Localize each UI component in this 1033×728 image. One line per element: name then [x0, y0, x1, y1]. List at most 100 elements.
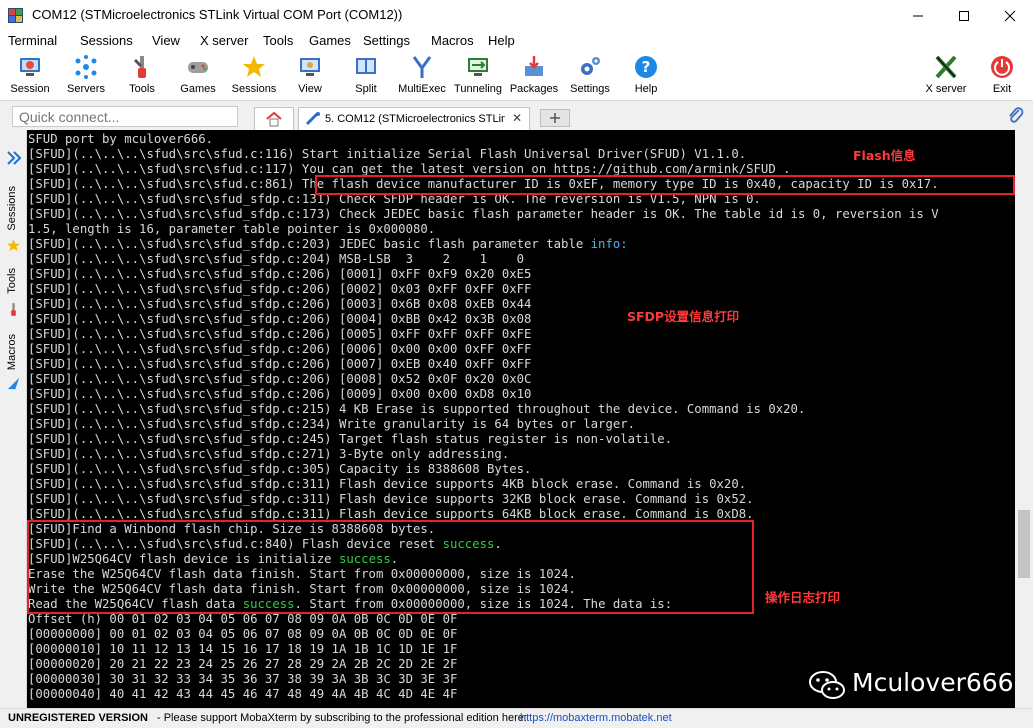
star-icon	[243, 56, 265, 77]
scrollbar-thumb[interactable]	[1018, 510, 1030, 578]
menu-macros[interactable]: Macros	[431, 33, 474, 48]
close-button[interactable]	[987, 0, 1033, 31]
new-tab-icon	[550, 113, 560, 123]
paperclip-icon[interactable]	[1007, 106, 1025, 126]
wechat-icon	[809, 671, 845, 699]
sidebar-tab-sessions[interactable]: Sessions	[6, 186, 18, 231]
terminal-line: [SFUD](..\..\..\sfud\src\sfud_sfdp.c:206…	[28, 312, 532, 326]
terminal-line: [SFUD](..\..\..\sfud\src\sfud_sfdp.c:206…	[28, 267, 532, 281]
tools-icon	[11, 303, 16, 316]
menu-view[interactable]: View	[152, 33, 180, 48]
sidebar-tab-tools[interactable]: Tools	[6, 268, 18, 294]
operation-log-annotation: 操作日志打印	[765, 590, 841, 605]
star-icon	[7, 239, 20, 252]
games-icon	[188, 62, 208, 73]
new-tab-button[interactable]	[540, 109, 570, 127]
tab-row: 5. COM12 (STMicroelectronics STLink ✕	[0, 102, 1033, 130]
terminal-line: [SFUD](..\..\..\sfud\src\sfud_sfdp.c:206…	[28, 282, 532, 296]
terminal-line: [SFUD](..\..\..\sfud\src\sfud_sfdp.c:206…	[28, 357, 532, 371]
flash-info-annotation: Flash信息	[853, 148, 916, 163]
toolbar-xserver-button[interactable]: X server	[916, 51, 976, 101]
terminal-line: [SFUD](..\..\..\sfud\src\sfud_sfdp.c:311…	[28, 492, 754, 506]
servers-icon	[75, 55, 97, 79]
terminal-line: [00000020] 20 21 22 23 24 25 26 27 28 29…	[28, 657, 458, 671]
toolbar-games-button[interactable]: Games	[168, 51, 228, 101]
session-tab[interactable]: 5. COM12 (STMicroelectronics STLink ✕	[298, 107, 530, 130]
home-tab[interactable]	[254, 107, 294, 130]
terminal-line: SFUD port by mculover666.	[28, 132, 214, 146]
xserver-icon	[935, 55, 957, 79]
mobaxterm-link[interactable]: https://mobaxterm.mobatek.net	[520, 712, 672, 724]
terminal-line: [SFUD](..\..\..\sfud\src\sfud_sfdp.c:206…	[28, 372, 532, 386]
terminal-line: [SFUD](..\..\..\sfud\src\sfud_sfdp.c:203…	[28, 237, 628, 251]
terminal-line: [00000030] 30 31 32 33 34 35 36 37 38 39…	[28, 672, 458, 686]
expand-sidebar-icon[interactable]	[6, 150, 22, 166]
unregistered-label: UNREGISTERED VERSION	[8, 712, 148, 724]
toolbar-tools-button[interactable]: Tools	[112, 51, 172, 101]
menu-tools[interactable]: Tools	[263, 33, 293, 48]
mobaxterm-window: COM12 (STMicroelectronics STLink Virtual…	[0, 0, 1033, 728]
toolbar-settings-button[interactable]: Settings	[560, 51, 620, 101]
view-icon	[300, 58, 320, 76]
menu-sessions[interactable]: Sessions	[80, 33, 133, 48]
toolbar-tunneling-button[interactable]: Tunneling	[448, 51, 508, 101]
maximize-button[interactable]	[941, 0, 987, 31]
toolbar-sessions-button[interactable]: Sessions	[224, 51, 284, 101]
quick-connect-input[interactable]	[12, 106, 238, 127]
terminal-line: [00000000] 00 01 02 03 04 05 06 07 08 09…	[28, 627, 458, 641]
toolbar-servers-button[interactable]: Servers	[56, 51, 116, 101]
settings-icon	[581, 57, 600, 75]
terminal-line: [SFUD](..\..\..\sfud\src\sfud_sfdp.c:206…	[28, 297, 532, 311]
sidebar-tab-macros[interactable]: Macros	[6, 334, 18, 370]
toolbar-view-button[interactable]: View	[280, 51, 340, 101]
terminal-scrollbar[interactable]	[1015, 130, 1033, 708]
title-bar: COM12 (STMicroelectronics STLink Virtual…	[0, 0, 1033, 31]
close-icon	[1004, 10, 1016, 21]
terminal-line: [SFUD](..\..\..\sfud\src\sfud_sfdp.c:245…	[28, 432, 673, 446]
window-title: COM12 (STMicroelectronics STLink Virtual…	[32, 7, 403, 22]
toolbar-packages-button[interactable]: Packages	[504, 51, 564, 101]
menu-settings[interactable]: Settings	[363, 33, 410, 48]
watermark-text: Mculover666	[852, 668, 1014, 697]
packages-icon	[525, 56, 543, 76]
terminal-line: [SFUD](..\..\..\sfud\src\sfud_sfdp.c:311…	[28, 477, 747, 491]
left-sidebar: Sessions Tools Macros	[0, 130, 27, 708]
terminal-line: [SFUD](..\..\..\sfud\src\sfud_sfdp.c:271…	[28, 447, 510, 461]
serial-tab-icon	[305, 112, 320, 126]
session-tab-label: 5. COM12 (STMicroelectronics STLink	[325, 113, 505, 125]
menu-x-server[interactable]: X server	[200, 33, 248, 48]
operation-log-highlight-box	[27, 520, 754, 614]
terminal-line: [SFUD](..\..\..\sfud\src\sfud_sfdp.c:234…	[28, 417, 636, 431]
toolbar-session-button[interactable]: Session	[0, 51, 60, 101]
minimize-button[interactable]	[895, 0, 941, 31]
menu-games[interactable]: Games	[309, 33, 351, 48]
terminal-line: [SFUD](..\..\..\sfud\src\sfud_sfdp.c:215…	[28, 402, 806, 416]
terminal-line: [SFUD](..\..\..\sfud\src\sfud_sfdp.c:206…	[28, 387, 532, 401]
terminal-line: 1.5, length is 16, parameter table point…	[28, 222, 436, 236]
toolbar-exit-button[interactable]: Exit	[972, 51, 1032, 101]
toolbar-multiexec-button[interactable]: MultiExec	[392, 51, 452, 101]
session-icon	[20, 58, 40, 76]
toolbar-split-button[interactable]: Split	[336, 51, 396, 101]
split-icon	[356, 58, 376, 74]
status-bar: UNREGISTERED VERSION - Please support Mo…	[0, 708, 1033, 728]
menu-terminal[interactable]: Terminal	[8, 33, 57, 48]
menu-help[interactable]: Help	[488, 33, 515, 48]
minimize-icon	[913, 15, 923, 16]
help-icon: ?	[635, 56, 657, 78]
tools-icon	[133, 56, 146, 78]
terminal-line: [SFUD](..\..\..\sfud\src\sfud_sfdp.c:305…	[28, 462, 532, 476]
toolbar-help-button[interactable]: ? Help	[616, 51, 676, 101]
svg-text:?: ?	[642, 58, 651, 76]
terminal-line: [SFUD](..\..\..\sfud\src\sfud_sfdp.c:206…	[28, 327, 532, 341]
terminal-output[interactable]: SFUD port by mculover666. [SFUD](..\..\..…	[27, 130, 1015, 708]
tunneling-icon	[468, 58, 488, 76]
exit-icon	[991, 56, 1013, 78]
close-tab-icon[interactable]: ✕	[512, 111, 522, 125]
home-icon	[266, 111, 282, 127]
multiexec-icon	[412, 56, 432, 78]
terminal-line: [SFUD](..\..\..\sfud\src\sfud_sfdp.c:206…	[28, 342, 532, 356]
terminal-line: [00000040] 40 41 42 43 44 45 46 47 48 49…	[28, 687, 458, 701]
flash-info-highlight-box	[315, 175, 1015, 195]
terminal-line: [00000010] 10 11 12 13 14 15 16 17 18 19…	[28, 642, 458, 656]
